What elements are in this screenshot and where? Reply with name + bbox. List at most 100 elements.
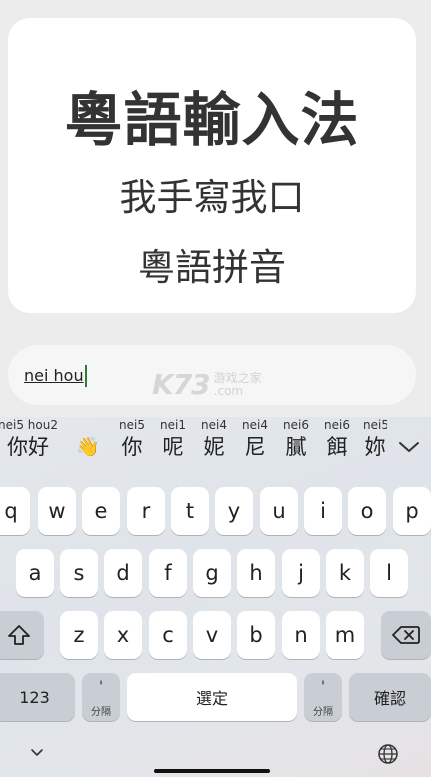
key-label: d [116,561,130,585]
key-label: f [164,561,172,585]
globe-icon[interactable] [377,743,399,765]
text-cursor [84,365,87,387]
key-c[interactable]: c [149,611,187,659]
key-a[interactable]: a [16,549,54,597]
chevron-down-icon[interactable] [397,437,421,457]
key-k[interactable]: k [326,549,364,597]
composing-text: nei hou [24,366,84,385]
watermark-domain: .com [213,383,244,398]
candidate-pinyin: nei4 [201,418,227,432]
key-label: x [116,623,130,647]
key-n[interactable]: n [282,611,320,659]
candidate-item[interactable]: nei6 膩 [281,417,311,461]
hero-card: 粵語輸入法 我手寫我口 粵語拼音 [8,18,416,313]
candidate-item[interactable]: nei1 呢 [158,417,188,461]
key-label: i [320,499,326,523]
key-label: y [227,499,241,523]
key-f[interactable]: f [149,549,187,597]
key-label: l [386,561,392,585]
soft-keyboard: nei5 hou2 你好 👋 nei5 你 nei1 呢 nei4 妮 nei4… [0,417,431,777]
key-label: g [205,561,219,585]
candidate-pinyin: nei5 hou2 [0,418,58,432]
watermark-text: 游戏之家 .com [213,370,262,398]
key-g[interactable]: g [193,549,231,597]
watermark-site-name: 游戏之家 [213,370,262,385]
shift-key[interactable] [0,611,44,659]
hide-keyboard-chevron-icon[interactable] [29,747,45,759]
key-q[interactable]: q [0,487,30,535]
candidate-pinyin: nei6 [324,418,350,432]
watermark: K73 游戏之家 .com [152,368,262,401]
key-label: m [334,623,356,647]
key-label: h [249,561,263,585]
confirm-label: 確認 [373,689,406,708]
apostrophe-label: ' [99,679,103,695]
candidate-item[interactable]: nei5 妳 [363,417,387,461]
candidate-item[interactable]: 👋 [72,417,104,461]
separator-label: 分隔 [91,707,111,718]
candidate-item[interactable]: nei4 妮 [199,417,229,461]
separator-key-left[interactable]: ' 分隔 [82,673,120,721]
app-title: 粵語輸入法 [64,86,360,154]
key-t[interactable]: t [171,487,209,535]
key-label: a [28,561,42,585]
backspace-key[interactable] [381,611,431,659]
key-label: r [141,499,151,523]
key-b[interactable]: b [237,611,275,659]
key-label: u [272,499,286,523]
key-label: t [185,499,195,523]
key-y[interactable]: y [215,487,253,535]
candidate-char: 你 [121,435,143,459]
key-v[interactable]: v [193,611,231,659]
candidate-char: 呢 [162,435,184,459]
candidate-char: 你好 [7,435,49,459]
key-label: w [48,499,66,523]
key-j[interactable]: j [282,549,320,597]
key-label: p [405,499,419,523]
candidate-item[interactable]: nei6 餌 [322,417,352,461]
candidate-pinyin: nei5 [119,418,145,432]
candidate-item[interactable]: nei5 你 [117,417,147,461]
key-label: b [249,623,263,647]
candidate-char: 膩 [285,435,307,459]
key-p[interactable]: p [393,487,431,535]
key-i[interactable]: i [304,487,342,535]
watermark-logo: K73 [152,368,211,401]
candidate-strip: nei5 hou2 你好 👋 nei5 你 nei1 呢 nei4 妮 nei4… [0,417,431,467]
key-l[interactable]: l [370,549,408,597]
numbers-key[interactable]: 123 [0,673,75,721]
shift-arrow-icon [8,625,30,645]
key-z[interactable]: z [60,611,98,659]
slogan-line: 我手寫我口 [119,176,305,219]
separator-key-right[interactable]: ' 分隔 [304,673,342,721]
key-label: k [338,561,352,585]
candidate-char: 餌 [326,435,348,459]
key-label: n [294,623,308,647]
key-o[interactable]: o [348,487,386,535]
key-e[interactable]: e [82,487,120,535]
space-key[interactable]: 選定 [127,673,297,721]
key-x[interactable]: x [104,611,142,659]
candidate-char: 尼 [244,435,266,459]
key-h[interactable]: h [237,549,275,597]
key-r[interactable]: r [127,487,165,535]
confirm-key[interactable]: 確認 [349,673,431,721]
key-label: j [298,561,304,585]
separator-label: 分隔 [313,707,333,718]
candidate-pinyin: nei4 [242,418,268,432]
home-indicator[interactable] [154,769,270,773]
candidate-item[interactable]: nei5 hou2 你好 [0,417,58,461]
candidate-pinyin: nei5 [363,418,387,432]
key-u[interactable]: u [260,487,298,535]
key-s[interactable]: s [60,549,98,597]
key-w[interactable]: w [38,487,76,535]
candidate-item[interactable]: nei4 尼 [240,417,270,461]
candidate-char: 妮 [203,435,225,459]
keyboard-bottom-bar [0,739,431,777]
candidate-char: 妳 [364,435,386,459]
key-label: o [360,499,374,523]
key-d[interactable]: d [104,549,142,597]
key-m[interactable]: m [326,611,364,659]
candidate-pinyin [72,417,104,433]
key-label: v [205,623,219,647]
